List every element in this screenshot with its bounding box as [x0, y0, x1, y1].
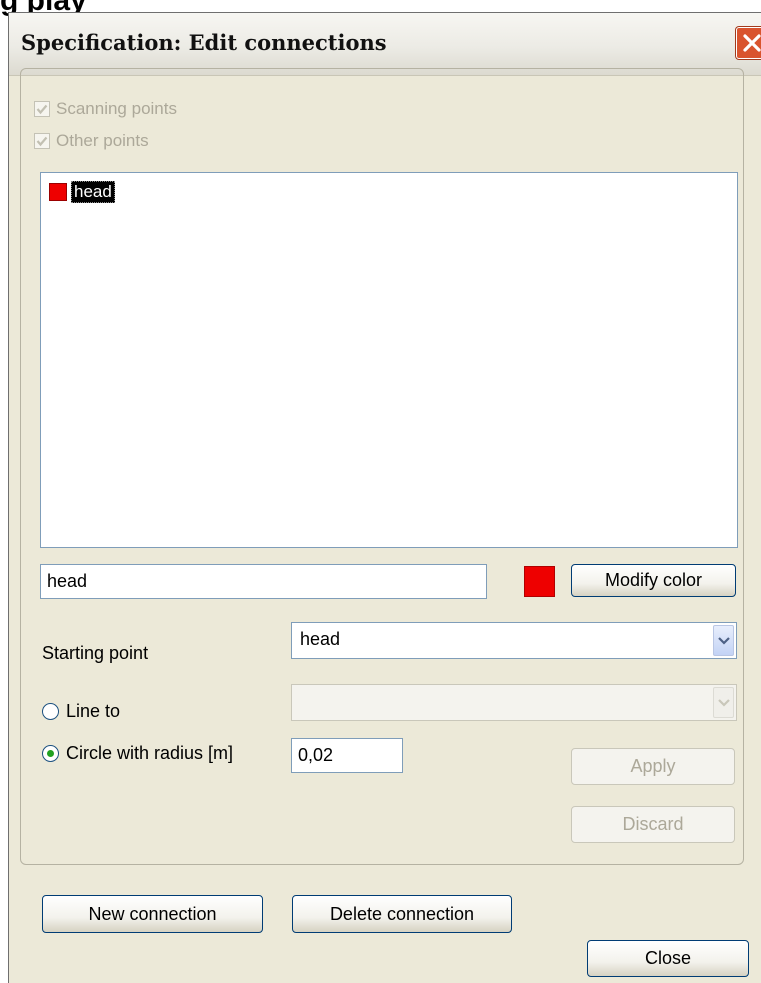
- checkbox-box: [34, 101, 50, 117]
- radio-selected-dot: [47, 750, 54, 757]
- connections-listbox[interactable]: head: [40, 172, 738, 548]
- close-button[interactable]: Close: [587, 940, 749, 977]
- line-to-label: Line to: [66, 701, 121, 721]
- circle-radius-radio[interactable]: [42, 745, 59, 762]
- connection-color-swatch: [49, 183, 67, 201]
- line-to-select[interactable]: [291, 684, 737, 721]
- starting-point-value: head: [300, 629, 341, 649]
- connection-color-preview: [524, 566, 555, 597]
- close-window-button[interactable]: [736, 27, 761, 59]
- other-points-checkbox[interactable]: Other points: [34, 131, 149, 151]
- starting-point-select[interactable]: head: [291, 622, 737, 659]
- title-bar: Specification: Edit connections: [9, 13, 761, 76]
- checkbox-box: [34, 133, 50, 149]
- checkmark-icon: [36, 104, 48, 115]
- line-to-radio[interactable]: [42, 703, 59, 720]
- modify-color-button[interactable]: Modify color: [571, 564, 736, 597]
- discard-button[interactable]: Discard: [571, 806, 735, 843]
- delete-connection-button[interactable]: Delete connection: [292, 895, 512, 933]
- connection-name-input[interactable]: head: [40, 564, 487, 599]
- checkmark-icon: [36, 136, 48, 147]
- chevron-down-icon: [718, 698, 730, 707]
- list-item[interactable]: head: [49, 181, 115, 203]
- close-icon: [743, 34, 761, 52]
- dropdown-button[interactable]: [713, 687, 734, 718]
- new-connection-button[interactable]: New connection: [42, 895, 263, 933]
- other-points-label: Other points: [56, 131, 149, 150]
- circle-radius-label: Circle with radius [m]: [66, 743, 234, 763]
- window-title: Specification: Edit connections: [21, 30, 387, 55]
- radius-input[interactable]: 0,02: [291, 738, 403, 773]
- connection-label: head: [71, 181, 115, 203]
- apply-button[interactable]: Apply: [571, 748, 735, 785]
- scanning-points-label: Scanning points: [56, 99, 177, 118]
- scanning-points-checkbox[interactable]: Scanning points: [34, 99, 177, 119]
- chevron-down-icon: [718, 636, 730, 645]
- starting-point-label: Starting point: [42, 643, 149, 663]
- dropdown-button[interactable]: [713, 625, 734, 656]
